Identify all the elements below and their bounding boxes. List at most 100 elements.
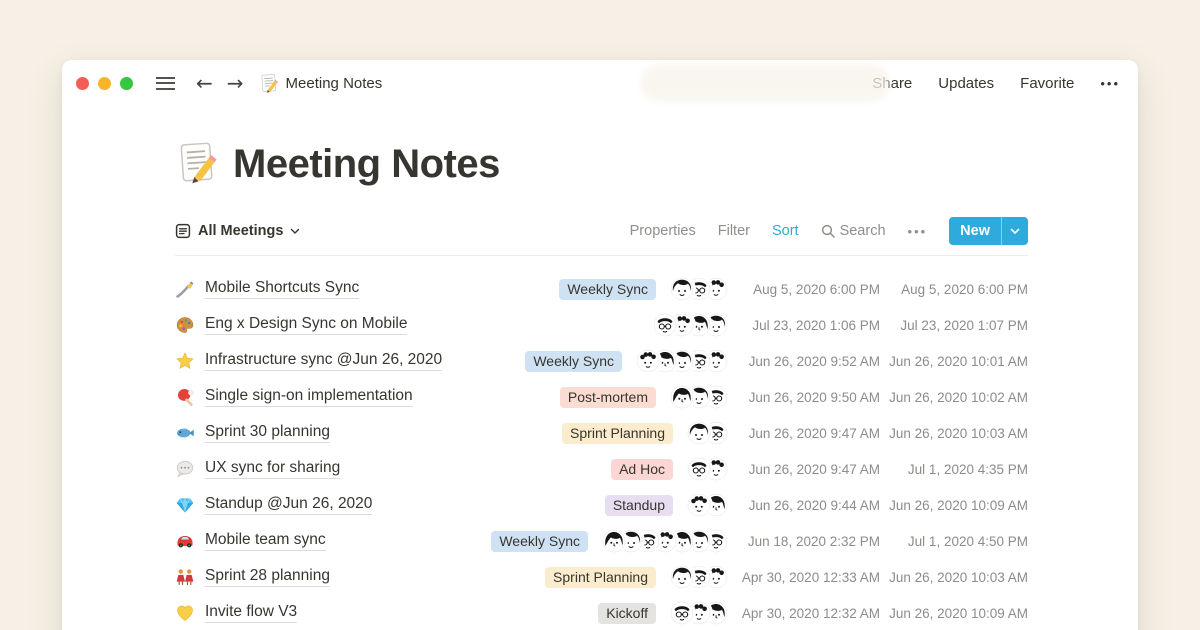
attendee-avatars[interactable] <box>670 385 728 409</box>
attendee-avatars[interactable] <box>602 529 728 553</box>
star-icon <box>175 351 195 371</box>
attendee-avatars[interactable] <box>670 601 728 625</box>
meeting-list: Mobile Shortcuts Sync Weekly Sync Aug 5,… <box>175 256 1028 630</box>
sort-button[interactable]: Sort <box>772 223 799 239</box>
meeting-type-tag[interactable]: Standup <box>605 495 673 516</box>
attendee-avatars[interactable] <box>670 565 728 589</box>
meeting-type-tag[interactable]: Weekly Sync <box>491 531 588 552</box>
meeting-type-tag[interactable]: Sprint Planning <box>562 423 673 444</box>
table-row: Eng x Design Sync on Mobile Jul 23, 2020… <box>175 307 1028 343</box>
attendee-avatars[interactable] <box>687 457 728 481</box>
attendee-avatars[interactable] <box>653 313 728 337</box>
meeting-title-link[interactable]: Mobile team sync <box>205 531 326 551</box>
toolbar-right: Properties Filter Sort Search ••• New <box>630 217 1028 245</box>
meeting-title-link[interactable]: Invite flow V3 <box>205 603 297 623</box>
row-middle: Kickoff <box>468 601 728 625</box>
meeting-date: Apr 30, 2020 12:32 AM <box>736 606 880 621</box>
row-main: Infrastructure sync @Jun 26, 2020 <box>175 351 468 371</box>
avatar[interactable] <box>653 313 677 337</box>
window-header: ← → Meeting Notes Share Updates Favorite… <box>62 60 1138 106</box>
last-edited-date: Jun 26, 2020 10:09 AM <box>882 498 1028 513</box>
properties-button[interactable]: Properties <box>630 223 696 239</box>
meeting-title-link[interactable]: Eng x Design Sync on Mobile <box>205 315 407 335</box>
avatar[interactable] <box>670 565 694 589</box>
sidebar-menu-icon[interactable] <box>156 77 175 90</box>
traffic-light[interactable] <box>76 77 89 90</box>
paintbrush-icon <box>175 279 195 299</box>
avatar[interactable] <box>687 421 711 445</box>
view-label: All Meetings <box>198 223 283 239</box>
updates-button[interactable]: Updates <box>938 75 994 92</box>
traffic-light[interactable] <box>98 77 111 90</box>
last-edited-date: Jun 26, 2020 10:03 AM <box>882 426 1028 441</box>
meeting-date: Jun 26, 2020 9:44 AM <box>736 498 880 513</box>
meeting-type-tag[interactable]: Sprint Planning <box>545 567 656 588</box>
meeting-date: Aug 5, 2020 6:00 PM <box>736 282 880 297</box>
search-label: Search <box>840 223 886 239</box>
memo-icon <box>259 73 279 93</box>
table-row: Mobile Shortcuts Sync Weekly Sync Aug 5,… <box>175 271 1028 307</box>
breadcrumb[interactable]: Meeting Notes <box>259 73 383 93</box>
breadcrumb-title: Meeting Notes <box>286 75 383 92</box>
meeting-date: Jun 26, 2020 9:50 AM <box>736 390 880 405</box>
fish-icon <box>175 423 195 443</box>
avatar[interactable] <box>670 385 694 409</box>
traffic-light[interactable] <box>120 77 133 90</box>
meeting-title-link[interactable]: UX sync for sharing <box>205 459 340 479</box>
palette-icon <box>175 315 195 335</box>
avatar[interactable] <box>602 529 626 553</box>
attendee-avatars[interactable] <box>636 349 728 373</box>
meeting-title-link[interactable]: Sprint 30 planning <box>205 423 330 443</box>
row-middle: Weekly Sync <box>468 529 728 553</box>
avatar[interactable] <box>636 349 660 373</box>
back-arrow-icon[interactable]: ← <box>196 73 213 93</box>
table-row: Single sign-on implementation Post-morte… <box>175 379 1028 415</box>
more-menu-button[interactable]: ••• <box>1100 76 1120 91</box>
new-button-label[interactable]: New <box>949 217 1001 245</box>
view-switcher[interactable]: All Meetings <box>175 223 300 239</box>
car-icon <box>175 531 195 551</box>
last-edited-date: Jul 1, 2020 4:35 PM <box>882 462 1028 477</box>
row-middle: Post-mortem <box>468 385 728 409</box>
meeting-type-tag[interactable]: Post-mortem <box>560 387 656 408</box>
meeting-type-tag[interactable]: Kickoff <box>598 603 656 624</box>
last-edited-date: Jun 26, 2020 10:03 AM <box>882 570 1028 585</box>
search-button[interactable]: Search <box>821 223 886 239</box>
attendee-avatars[interactable] <box>687 421 728 445</box>
forward-arrow-icon[interactable]: → <box>227 73 244 93</box>
row-main: UX sync for sharing <box>175 459 468 479</box>
meeting-type-tag[interactable]: Weekly Sync <box>559 279 656 300</box>
attendee-avatars[interactable] <box>687 493 728 517</box>
meeting-title-link[interactable]: Sprint 28 planning <box>205 567 330 587</box>
row-main: Mobile Shortcuts Sync <box>175 279 468 299</box>
meeting-title-link[interactable]: Single sign-on implementation <box>205 387 413 407</box>
table-row: Sprint 30 planning Sprint Planning Jun 2… <box>175 415 1028 451</box>
page-title-block: Meeting Notes <box>175 140 1028 189</box>
search-icon <box>821 224 835 238</box>
traffic-lights <box>76 77 142 90</box>
row-main: Sprint 28 planning <box>175 567 468 587</box>
view-more-icon[interactable]: ••• <box>908 224 928 239</box>
row-main: Single sign-on implementation <box>175 387 468 407</box>
meeting-title-link[interactable]: Infrastructure sync @Jun 26, 2020 <box>205 351 442 371</box>
row-main: Eng x Design Sync on Mobile <box>175 315 468 335</box>
favorite-button[interactable]: Favorite <box>1020 75 1074 92</box>
meeting-title-link[interactable]: Standup @Jun 26, 2020 <box>205 495 372 515</box>
avatar[interactable] <box>670 277 694 301</box>
filter-button[interactable]: Filter <box>718 223 750 239</box>
attendee-avatars[interactable] <box>670 277 728 301</box>
row-main: Sprint 30 planning <box>175 423 468 443</box>
last-edited-date: Jul 23, 2020 1:07 PM <box>882 318 1028 333</box>
avatar[interactable] <box>687 457 711 481</box>
meeting-type-tag[interactable]: Ad Hoc <box>611 459 673 480</box>
chevron-down-icon <box>290 226 300 236</box>
meeting-date: Jun 18, 2020 2:32 PM <box>736 534 880 549</box>
avatar[interactable] <box>670 601 694 625</box>
new-button[interactable]: New <box>949 217 1028 245</box>
meeting-type-tag[interactable]: Weekly Sync <box>525 351 622 372</box>
last-edited-date: Jun 26, 2020 10:02 AM <box>882 390 1028 405</box>
avatar[interactable] <box>687 493 711 517</box>
meeting-title-link[interactable]: Mobile Shortcuts Sync <box>205 279 359 299</box>
new-dropdown-caret[interactable] <box>1002 217 1028 245</box>
row-middle: Sprint Planning <box>468 421 728 445</box>
